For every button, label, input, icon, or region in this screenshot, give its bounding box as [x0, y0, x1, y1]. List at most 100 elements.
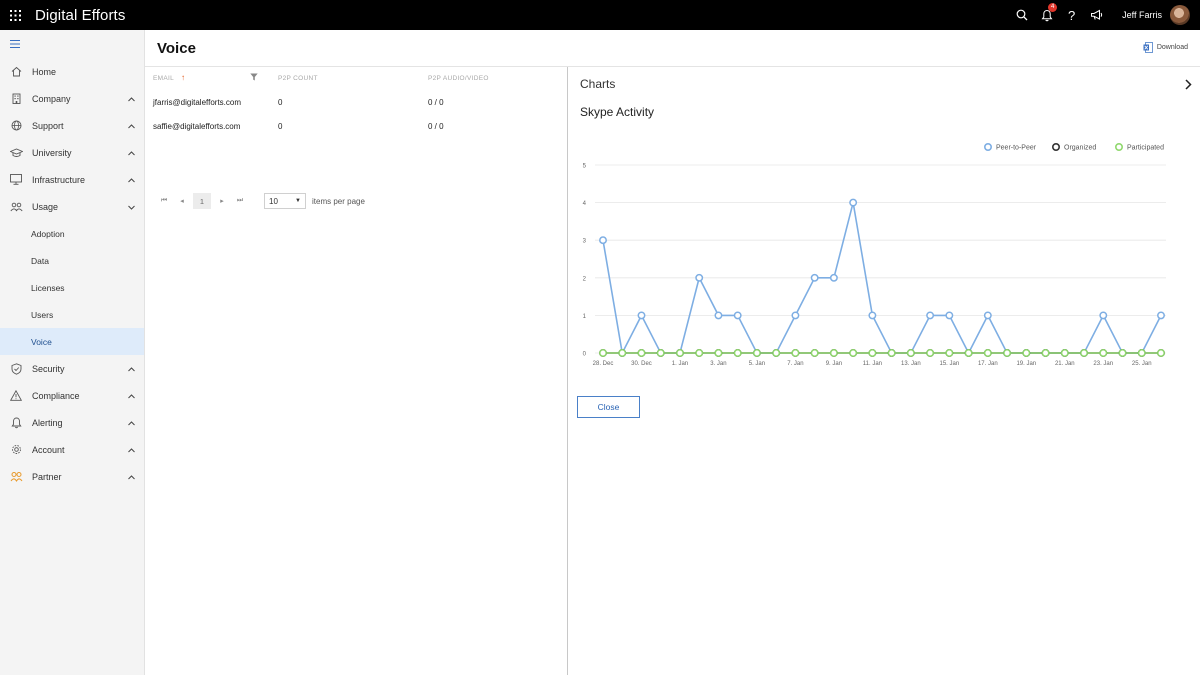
top-bar: Digital Efforts 4 ? Jeff Farris: [0, 0, 1200, 30]
legend-marker: [1114, 142, 1123, 151]
pager: ⏮ ◂ 1 ▸ ⏭ 10 ▼ items per page: [155, 193, 365, 209]
chevron-down-icon[interactable]: [128, 202, 135, 212]
chevron-up-icon[interactable]: [128, 472, 135, 482]
globe-icon: [0, 120, 32, 131]
filter-icon[interactable]: [250, 73, 258, 83]
chevron-right-icon[interactable]: [1185, 77, 1192, 95]
sidebar-item-company[interactable]: Company: [0, 85, 144, 112]
current-page[interactable]: 1: [193, 193, 211, 209]
panel-title: Charts: [580, 77, 616, 91]
sidebar-item-account[interactable]: Account: [0, 436, 144, 463]
table-row[interactable]: saffie@digitalefforts.com 0 0 / 0: [145, 115, 567, 139]
hamburger-menu-icon[interactable]: [0, 30, 144, 58]
next-page-icon[interactable]: ▸: [213, 193, 231, 209]
chevron-up-icon[interactable]: [128, 418, 135, 428]
voice-table: EMAIL ↑ P2P COUNT P2P AUDIO/VIDEO jfarri…: [145, 67, 567, 209]
data-point: [1041, 349, 1050, 357]
cell-p2p-count: 0: [278, 122, 283, 131]
data-point: [1157, 311, 1165, 320]
data-point: [926, 311, 935, 320]
sidebar-item-home[interactable]: Home: [0, 58, 144, 85]
chevron-up-icon[interactable]: [128, 391, 135, 401]
sidebar-item-alerting[interactable]: Alerting: [0, 409, 144, 436]
x-tick-label: 15. Jan: [940, 361, 960, 367]
first-page-icon[interactable]: ⏮: [155, 193, 173, 209]
chevron-up-icon[interactable]: [128, 121, 135, 131]
x-tick-label: 13. Jan: [901, 361, 921, 367]
chevron-up-icon[interactable]: [128, 175, 135, 185]
sidebar-item-label: Alerting: [32, 417, 63, 428]
data-point: [983, 349, 992, 357]
sidebar-item-partner[interactable]: Partner: [0, 463, 144, 490]
x-tick-label: 1. Jan: [672, 361, 688, 367]
column-header-p2p-audio-video[interactable]: P2P AUDIO/VIDEO: [428, 75, 489, 82]
data-point: [695, 349, 704, 357]
data-point: [656, 349, 665, 357]
data-point: [1060, 349, 1069, 357]
sidebar-item-compliance[interactable]: Compliance: [0, 382, 144, 409]
download-button[interactable]: Download: [1143, 42, 1188, 53]
x-tick-label: 5. Jan: [749, 361, 765, 367]
sidebar-subitem-voice[interactable]: Voice: [0, 328, 144, 355]
last-page-icon[interactable]: ⏭: [231, 193, 249, 209]
megaphone-icon[interactable]: [1084, 0, 1109, 30]
legend-label: Peer-to-Peer: [996, 145, 1037, 152]
sidebar-subitem-users[interactable]: Users: [0, 301, 144, 328]
chevron-down-icon: ▼: [295, 198, 301, 204]
sidebar-subitem-data[interactable]: Data: [0, 247, 144, 274]
cell-email: saffie@digitalefforts.com: [153, 122, 241, 131]
sidebar-item-security[interactable]: Security: [0, 355, 144, 382]
data-point: [1099, 311, 1108, 320]
column-header-email[interactable]: EMAIL: [153, 75, 174, 82]
excel-file-icon: [1143, 42, 1153, 53]
data-point: [714, 311, 723, 320]
chevron-up-icon[interactable]: [128, 364, 135, 374]
column-header-p2p-count[interactable]: P2P COUNT: [278, 75, 318, 82]
y-tick-label: 0: [583, 352, 587, 358]
data-point: [1080, 349, 1088, 357]
user-name[interactable]: Jeff Farris: [1122, 10, 1162, 20]
sidebar-item-label: Usage: [32, 201, 59, 212]
notifications-bell-icon[interactable]: 4: [1034, 0, 1059, 30]
graduation-cap-icon: [0, 148, 32, 158]
chevron-up-icon[interactable]: [128, 148, 135, 158]
y-tick-label: 1: [583, 314, 587, 320]
download-label: Download: [1156, 44, 1188, 51]
shield-icon: [0, 362, 32, 375]
previous-page-icon[interactable]: ◂: [173, 193, 191, 209]
data-point: [752, 349, 761, 357]
sidebar-item-university[interactable]: University: [0, 139, 144, 166]
avatar[interactable]: [1170, 5, 1190, 25]
x-tick-label: 7. Jan: [787, 361, 803, 367]
items-per-page-select[interactable]: 10 ▼: [264, 193, 306, 209]
data-point: [945, 349, 954, 357]
app-launcher-icon[interactable]: [0, 0, 30, 30]
chevron-up-icon[interactable]: [128, 94, 135, 104]
sidebar-subitem-licenses[interactable]: Licenses: [0, 274, 144, 301]
table-header: EMAIL ↑ P2P COUNT P2P AUDIO/VIDEO: [145, 67, 567, 91]
data-point: [676, 349, 684, 357]
x-tick-label: 30. Dec: [631, 361, 652, 367]
sidebar-item-usage[interactable]: Usage: [0, 193, 144, 220]
sidebar-item-support[interactable]: Support: [0, 112, 144, 139]
data-point: [618, 349, 627, 357]
warning-icon: [0, 390, 32, 401]
data-point: [945, 311, 954, 320]
data-point: [1118, 349, 1127, 357]
help-icon[interactable]: ?: [1059, 0, 1084, 30]
table-row[interactable]: jfarris@digitalefforts.com 0 0 / 0: [145, 91, 567, 115]
sidebar-item-label: Compliance: [32, 390, 80, 401]
sidebar-subitem-adoption[interactable]: Adoption: [0, 220, 144, 247]
items-per-page-label: items per page: [312, 196, 365, 206]
sidebar-item-infrastructure[interactable]: Infrastructure: [0, 166, 144, 193]
data-point: [926, 349, 935, 357]
chevron-up-icon[interactable]: [128, 445, 135, 455]
search-icon[interactable]: [1009, 0, 1034, 30]
sort-ascending-icon[interactable]: ↑: [181, 73, 185, 82]
data-point: [599, 349, 607, 357]
data-point: [714, 349, 723, 357]
y-tick-label: 3: [583, 239, 587, 245]
close-button[interactable]: Close: [577, 396, 640, 418]
data-point: [1022, 349, 1031, 357]
data-point: [1099, 349, 1108, 357]
